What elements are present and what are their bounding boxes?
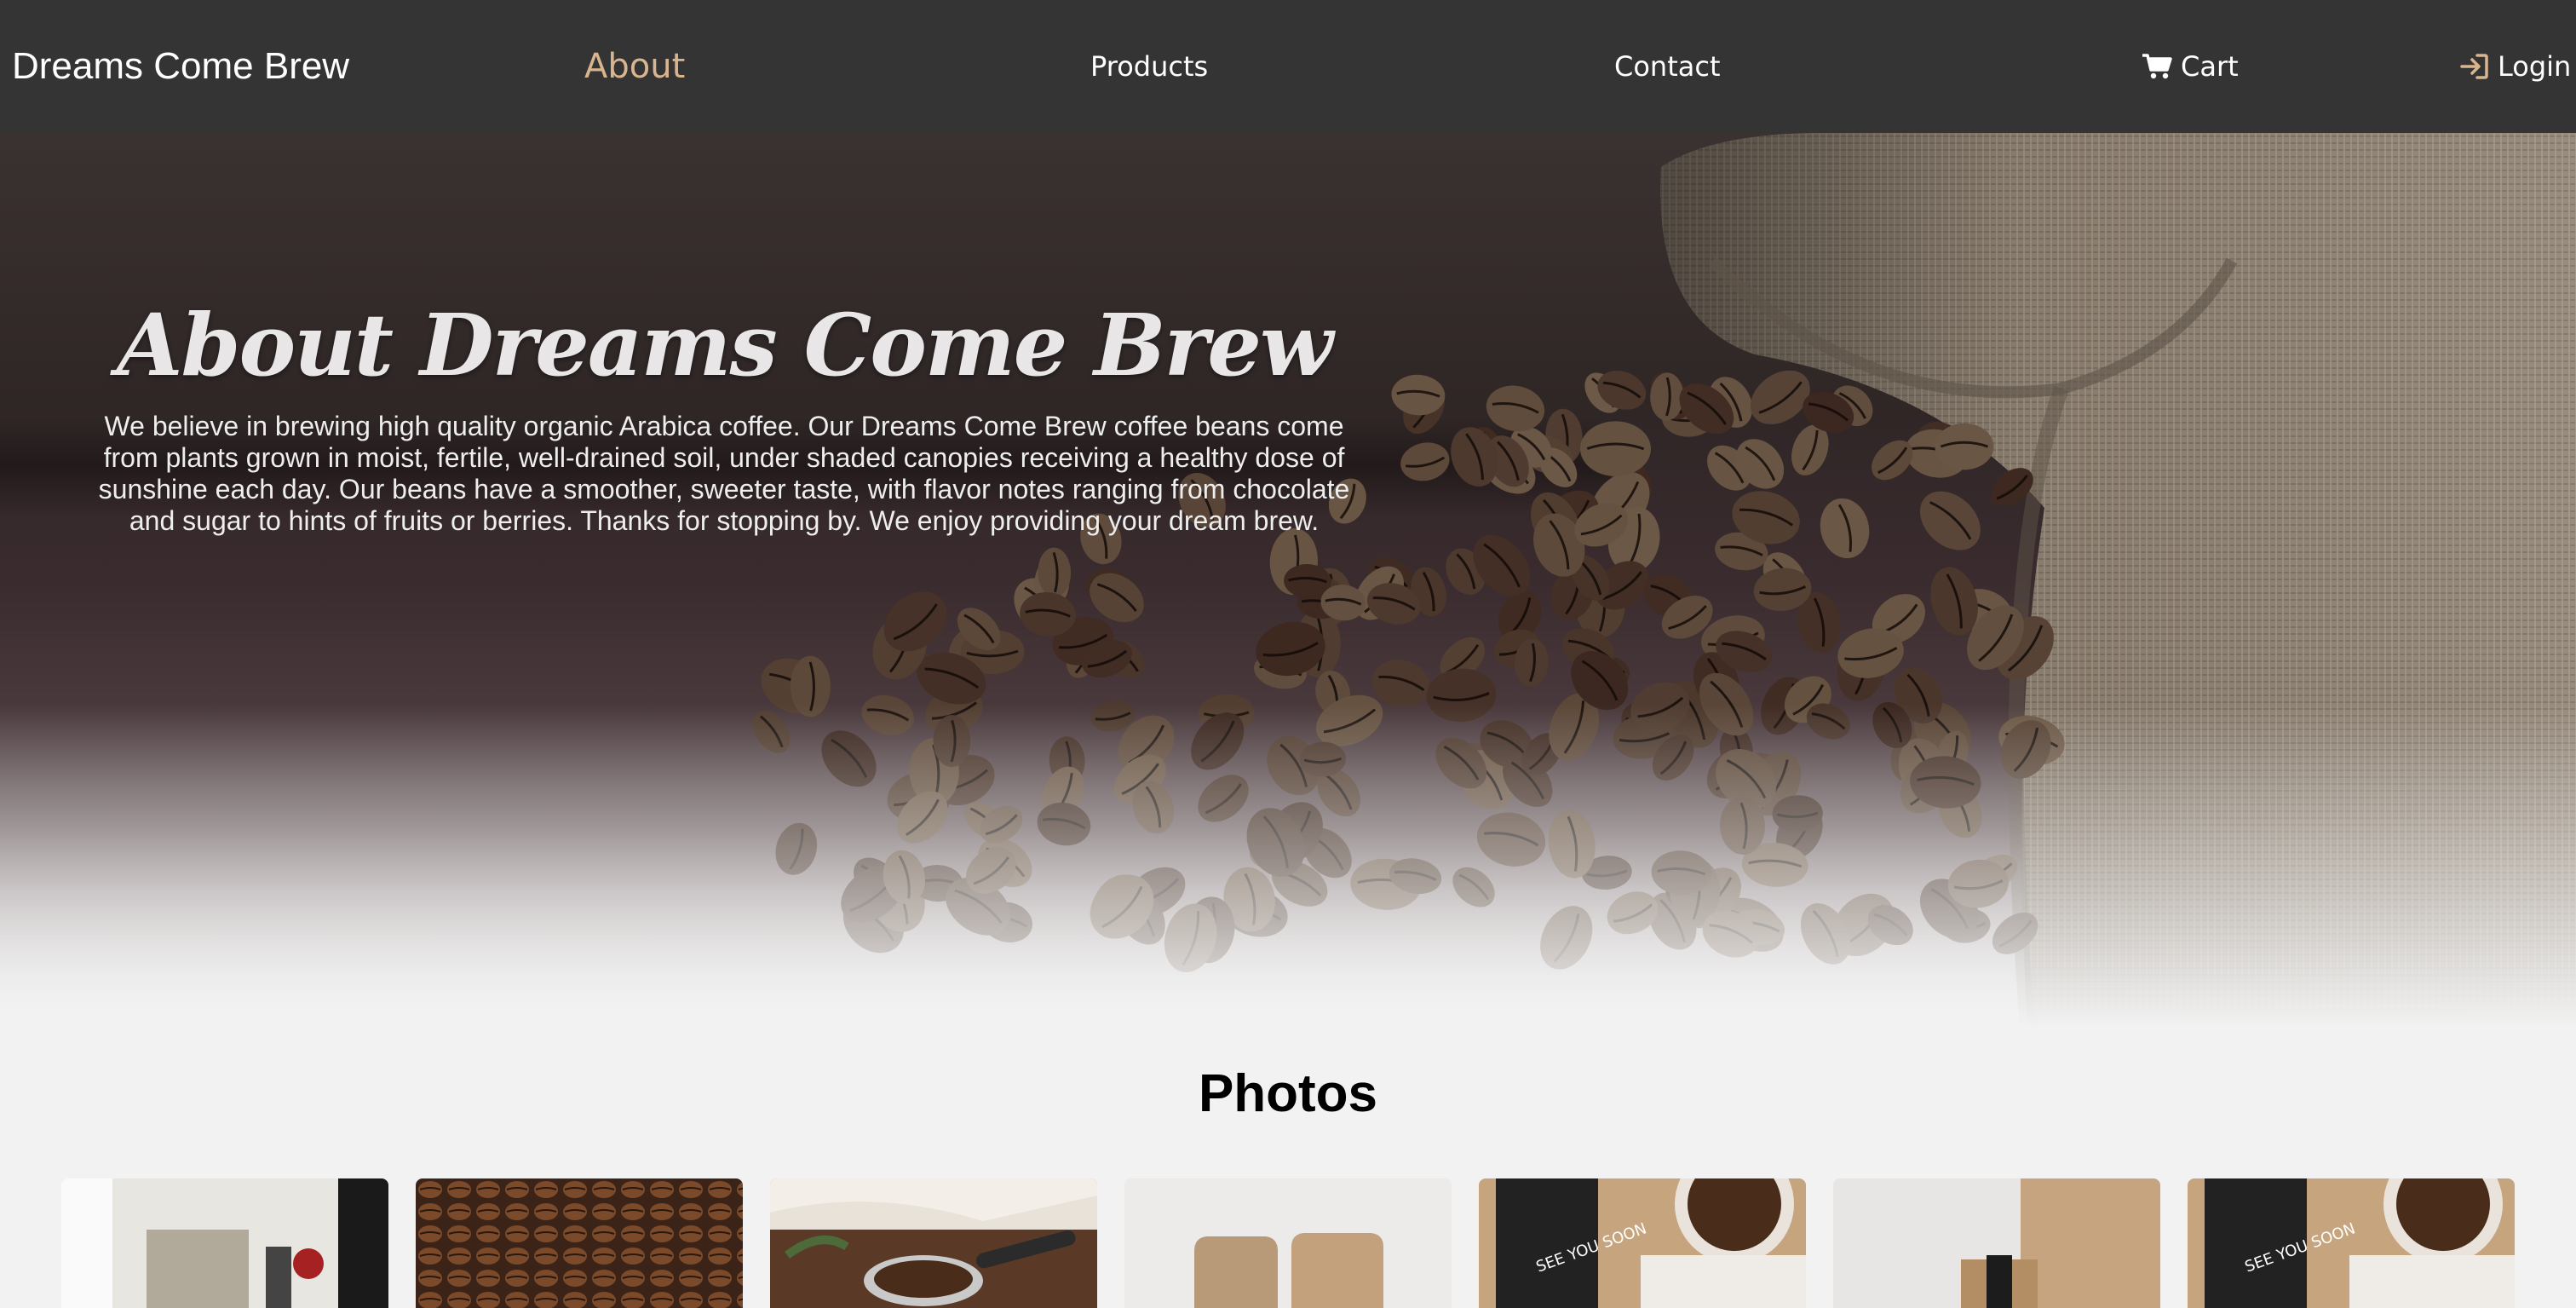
bag-wall-photo — [1833, 1178, 2160, 1308]
packaging-photo-2: SEE YOU SOON — [2188, 1178, 2515, 1308]
nav-contact-link[interactable]: Contact — [1614, 0, 1721, 133]
hero-title: About Dreams Come Brew — [116, 295, 1333, 395]
photo-thumb-cafe[interactable] — [61, 1178, 388, 1308]
coffee-bean — [1919, 491, 1981, 550]
nav-cart-link[interactable]: Cart — [2142, 0, 2239, 133]
photo-thumb-scoop[interactable] — [770, 1178, 1097, 1308]
cart-label: Cart — [2181, 50, 2239, 83]
hero-bottom-fade — [0, 704, 2576, 1028]
hero-description: We believe in brewing high quality organ… — [98, 411, 1350, 536]
photos-heading: Photos — [1198, 1064, 1378, 1123]
coffee-bean — [1486, 385, 1545, 432]
top-navbar: Dreams Come Brew About Products Contact … — [0, 0, 2576, 133]
coffee-bean — [1991, 468, 2033, 506]
photo-thumb-bag-wall[interactable] — [1833, 1178, 2160, 1308]
photo-thumb-packaging-2[interactable]: SEE YOU SOON — [2188, 1178, 2515, 1308]
photo-thumb-beans[interactable] — [416, 1178, 743, 1308]
photo-thumb-bags[interactable] — [1124, 1178, 1452, 1308]
brand-link[interactable]: Dreams Come Brew — [12, 0, 349, 133]
beans-photo — [416, 1178, 743, 1308]
packaging-photo: SEE YOU SOON — [1479, 1178, 1806, 1308]
nav-login-link[interactable]: Login — [2460, 0, 2571, 133]
login-label: Login — [2498, 50, 2572, 83]
coffee-bags-photo — [1124, 1178, 1452, 1308]
cafe-photo — [61, 1178, 388, 1308]
hero-banner: About Dreams Come Brew We believe in bre… — [0, 133, 2576, 1028]
cart-icon — [2142, 54, 2172, 79]
coffee-bean — [1400, 442, 1450, 481]
coffee-bean — [1820, 498, 1870, 559]
scoop-photo — [770, 1178, 1097, 1308]
login-icon — [2460, 54, 2488, 79]
nav-about-link[interactable]: About — [584, 0, 685, 133]
photo-thumb-packaging[interactable]: SEE YOU SOON — [1479, 1178, 1806, 1308]
nav-products-link[interactable]: Products — [1090, 0, 1208, 133]
